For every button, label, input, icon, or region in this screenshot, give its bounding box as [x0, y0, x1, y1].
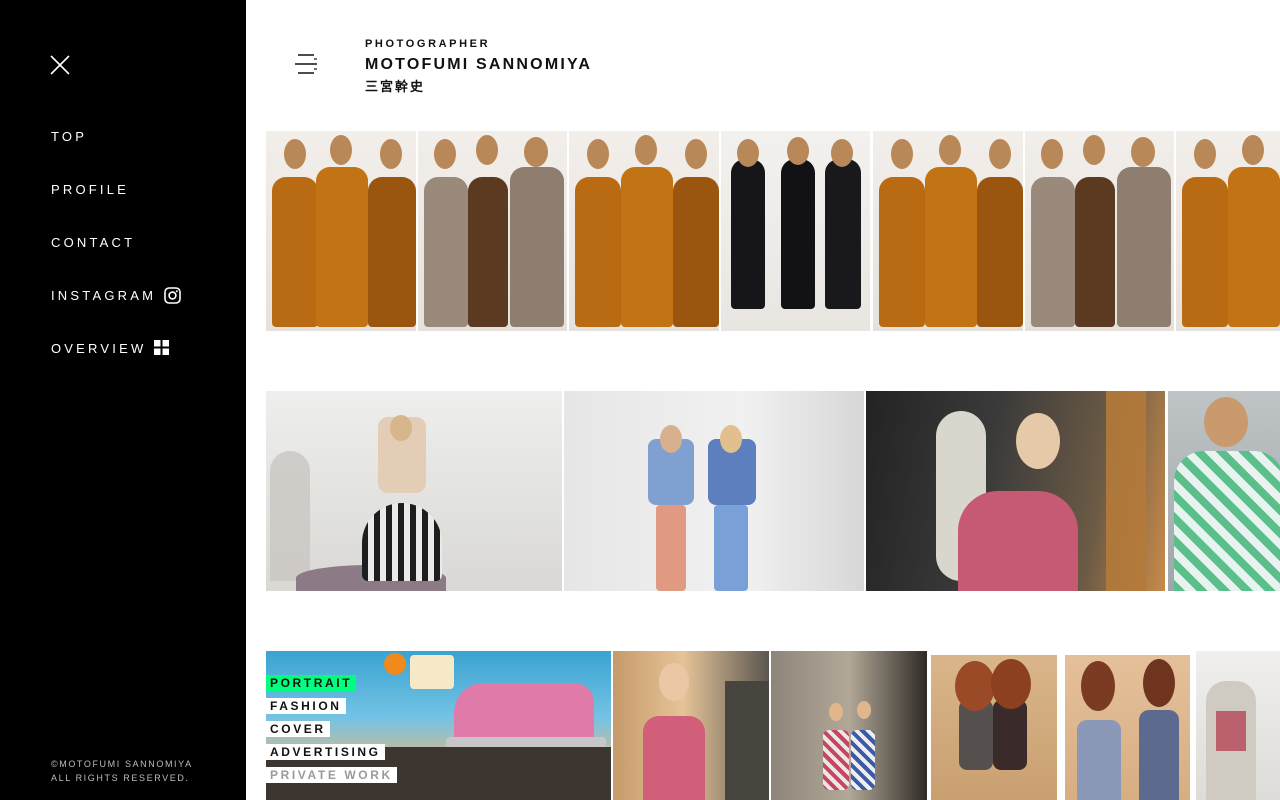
- menu-icon: [295, 54, 317, 74]
- category-private-work[interactable]: PRIVATE WORK: [266, 767, 397, 783]
- photo[interactable]: [564, 391, 864, 591]
- nav-item-label: CONTACT: [51, 235, 136, 250]
- sidebar: TOP PROFILE CONTACT INSTAGRAM OVERVIEW ©…: [0, 0, 246, 800]
- close-icon: [50, 55, 70, 75]
- logo-role: PHOTOGRAPHER: [365, 38, 491, 50]
- category-advertising[interactable]: ADVERTISING: [266, 744, 385, 760]
- category-fashion[interactable]: FASHION: [266, 698, 346, 714]
- nav-item-label: OVERVIEW: [51, 341, 147, 356]
- site-logo[interactable]: PHOTOGRAPHER MOTOFUMI SANNOMIYA 三宮幹史: [365, 38, 592, 95]
- logo-name-jp: 三宮幹史: [365, 79, 426, 94]
- photo[interactable]: [1196, 651, 1280, 800]
- copyright-line: ALL RIGHTS RESERVED.: [51, 773, 190, 783]
- photo[interactable]: [418, 131, 567, 331]
- category-cover[interactable]: COVER: [266, 721, 330, 737]
- photo[interactable]: [266, 391, 562, 591]
- sidebar-nav: TOP PROFILE CONTACT INSTAGRAM OVERVIEW: [51, 128, 181, 393]
- logo-name: MOTOFUMI SANNOMIYA: [365, 56, 593, 73]
- photo[interactable]: [873, 131, 1023, 331]
- nav-item-label: TOP: [51, 129, 88, 144]
- photo[interactable]: [866, 391, 1165, 591]
- grid-icon: [154, 340, 170, 356]
- photo[interactable]: [1025, 131, 1174, 331]
- photo[interactable]: [721, 131, 870, 331]
- nav-item-top[interactable]: TOP: [51, 128, 180, 181]
- close-menu-button[interactable]: [48, 53, 72, 77]
- nav-item-contact[interactable]: CONTACT: [51, 234, 180, 287]
- photo[interactable]: [266, 131, 416, 331]
- photo[interactable]: [1061, 651, 1194, 800]
- copyright-line: ©MOTOFUMI SANNOMIYA: [51, 759, 193, 769]
- photo[interactable]: [771, 651, 927, 800]
- photo[interactable]: [929, 651, 1059, 800]
- nav-item-instagram[interactable]: INSTAGRAM: [51, 287, 181, 340]
- nav-item-overview[interactable]: OVERVIEW: [51, 340, 180, 393]
- photo[interactable]: [613, 651, 769, 800]
- nav-item-label: INSTAGRAM: [51, 288, 157, 303]
- hamburger-menu-button[interactable]: [294, 53, 318, 75]
- nav-item-label: PROFILE: [51, 182, 130, 197]
- category-portrait[interactable]: PORTRAIT: [266, 675, 357, 691]
- category-list: PORTRAIT FASHION COVER ADVERTISING PRIVA…: [266, 674, 397, 789]
- copyright: ©MOTOFUMI SANNOMIYA ALL RIGHTS RESERVED.: [51, 757, 193, 785]
- photo[interactable]: [569, 131, 719, 331]
- photo[interactable]: [1176, 131, 1280, 331]
- nav-item-profile[interactable]: PROFILE: [51, 181, 180, 234]
- instagram-icon: [164, 287, 181, 304]
- photo[interactable]: [1168, 391, 1280, 591]
